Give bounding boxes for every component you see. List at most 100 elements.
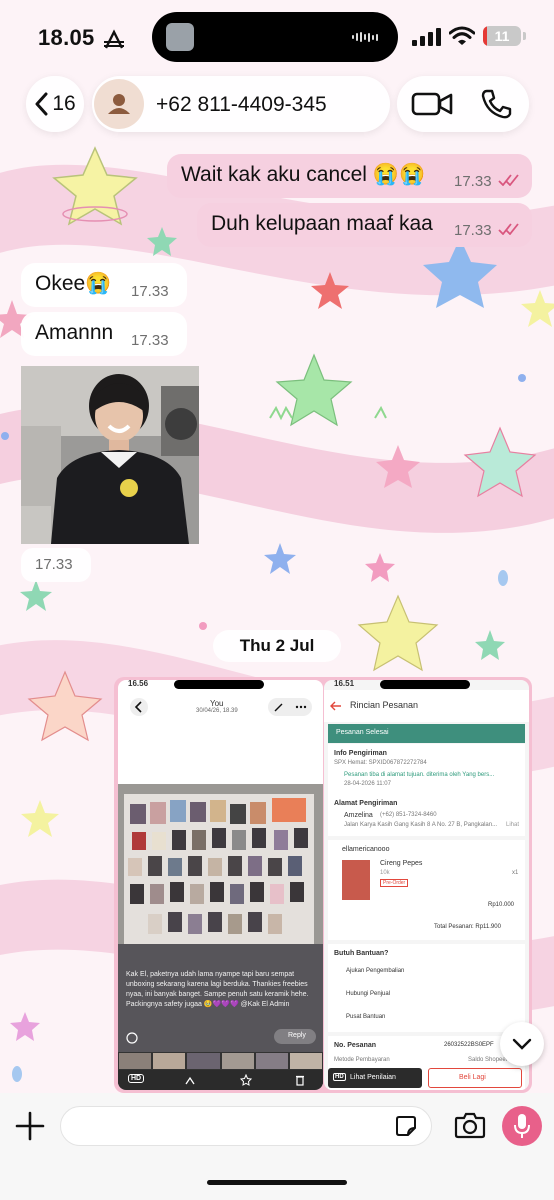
battery-icon: 11 xyxy=(483,26,521,46)
message-outgoing[interactable]: Wait kak aku cancel 😭😭 17.33 xyxy=(167,154,532,198)
shot-b-address-line: Jalan Karya Kasih Gang Kasih 8 A No. 27 … xyxy=(344,822,498,828)
message-incoming[interactable]: Okee😭 17.33 xyxy=(21,263,187,307)
audio-wave-icon xyxy=(352,32,378,42)
shot-b-product-name: Cireng Pepes xyxy=(380,860,423,867)
shot-a-trash-icon xyxy=(296,1075,304,1086)
back-button[interactable]: 16 xyxy=(26,76,84,132)
shot-a-island xyxy=(174,680,264,689)
shot-a-thumbnail-strip xyxy=(118,1052,323,1070)
shot-b-product-qty: x1 xyxy=(512,870,519,876)
date-separator: Thu 2 Jul xyxy=(213,630,341,662)
shot-b-order-no: 26032522BS0EPF xyxy=(444,1042,494,1048)
message-photo-album[interactable]: 16.56 You 30/04/26, 18.39 Kak El, paketn… xyxy=(114,677,532,1093)
shot-b-rating-button: HD Lihat Penilaian xyxy=(328,1068,422,1088)
shot-b-help-item: Pusat Bantuan xyxy=(346,1014,386,1020)
shot-b-order-total: Total Pesanan: Rp11.900 xyxy=(434,924,501,930)
message-incoming[interactable]: Amannn 17.33 xyxy=(21,312,187,356)
microphone-button[interactable] xyxy=(502,1106,542,1146)
shot-b-address-phone: (+62) 851-7324-8460 xyxy=(380,812,437,818)
read-receipt-icon xyxy=(498,223,519,235)
shot-b-product-price: Rp10.000 xyxy=(488,902,515,908)
dynamic-island[interactable] xyxy=(152,12,398,62)
shot-b-help-card: Butuh Bantuan? Ajukan Pengembalian Hubun… xyxy=(328,944,525,1032)
shot-b-back-icon xyxy=(330,701,341,711)
message-time: 17.33 xyxy=(131,332,169,349)
phone-call-icon[interactable] xyxy=(479,88,513,120)
contact-info-button[interactable]: +62 811-4409-345 xyxy=(92,76,390,132)
shot-b-header: Rincian Pesanan xyxy=(324,690,529,722)
shot-a-star-icon xyxy=(240,1074,252,1086)
message-time: 17.33 xyxy=(454,222,492,239)
shot-b-order-status: Pesanan Selesai xyxy=(336,729,389,736)
shot-b-help-label: Butuh Bantuan? xyxy=(334,950,389,957)
shot-b-shipping-courier: SPX Hemat: SPXID067872272784 xyxy=(334,760,427,766)
message-text: Wait kak aku cancel 😭😭 xyxy=(181,163,426,186)
shot-b-product-card: ellamericanooo Cireng Pepes 10k Pre-Orde… xyxy=(328,840,525,940)
alarm-icon xyxy=(104,29,124,49)
message-text: Okee😭 xyxy=(35,272,112,295)
shot-b-title: Rincian Pesanan xyxy=(350,700,419,710)
message-time: 17.33 xyxy=(131,283,169,300)
shot-b-buy-again-label: Beli Lagi xyxy=(459,1074,486,1081)
battery-level: 11 xyxy=(494,28,510,44)
message-input[interactable] xyxy=(60,1106,432,1146)
music-icon xyxy=(166,23,194,51)
shot-a-caption: Kak El, paketnya udah lama nyampe tapi b… xyxy=(126,971,309,1008)
shot-a-share-icon xyxy=(185,1076,195,1085)
shot-b-address-more: Lihat xyxy=(506,822,520,828)
photo-image xyxy=(21,366,199,544)
chevron-down-icon xyxy=(512,1038,532,1050)
shot-a-title: You xyxy=(210,699,224,708)
back-unread-count: 16 xyxy=(52,92,76,115)
album-photo-1[interactable]: 16.56 You 30/04/26, 18.39 Kak El, paketn… xyxy=(118,680,323,1090)
shot-a-subtitle: 30/04/26, 18.39 xyxy=(196,708,238,714)
shot-a-hd-badge: HD xyxy=(128,1074,145,1083)
shot-b-buy-again-button: Beli Lagi xyxy=(428,1068,522,1088)
status-bar: 18.05 11 xyxy=(0,0,554,70)
shot-b-help-item: Ajukan Pengembalian xyxy=(346,968,405,974)
message-outgoing[interactable]: Duh kelupaan maaf kaa 17.33 xyxy=(197,203,532,247)
shot-b-shipping-date: 28-04-2026 11:07 xyxy=(344,781,391,787)
avatar-icon xyxy=(94,79,144,129)
scroll-to-bottom-button[interactable] xyxy=(500,1022,544,1066)
shot-b-product-variant: 10k xyxy=(380,870,390,876)
shot-b-island xyxy=(380,680,470,689)
shot-b-shipping-status: Pesanan tiba di alamat tujuan. diterima … xyxy=(344,772,495,778)
battery-tip xyxy=(523,32,526,40)
call-actions xyxy=(397,76,529,132)
album-photo-2[interactable]: 16.51 Rincian Pesanan Pesanan Selesai In… xyxy=(324,680,529,1090)
shot-b-shipping-info-label: Info Pengiriman xyxy=(334,750,387,757)
shot-b-payment-label: Metode Pembayaran xyxy=(334,1057,390,1063)
back-chevron-icon xyxy=(35,92,48,116)
shot-a-actions-icon xyxy=(268,698,312,716)
shot-b-address-name: Amzelina xyxy=(344,812,373,819)
contact-name: +62 811-4409-345 xyxy=(156,93,327,116)
shot-b-help-item: Hubungi Penjual xyxy=(346,991,391,997)
camera-icon[interactable] xyxy=(454,1111,486,1139)
video-call-icon[interactable] xyxy=(411,90,455,118)
shot-a-toolbar: HD xyxy=(118,1070,323,1090)
shot-a-emoji-icon xyxy=(126,1032,138,1044)
read-receipt-icon xyxy=(498,174,519,186)
photo-timestamp: 17.33 xyxy=(21,548,91,582)
sticker-icon[interactable] xyxy=(395,1115,417,1137)
shot-a-reply-label: Reply xyxy=(288,1032,306,1039)
shot-b-status-banner: Pesanan Selesai xyxy=(328,724,525,743)
home-indicator[interactable] xyxy=(207,1180,347,1185)
shot-a-status-time: 16.56 xyxy=(128,680,149,688)
shot-b-product-badge: Pre-Order xyxy=(380,879,409,887)
message-photo[interactable] xyxy=(21,366,199,544)
message-time: 17.33 xyxy=(454,173,492,190)
microphone-icon xyxy=(514,1114,530,1138)
shot-b-order-no-label: No. Pesanan xyxy=(334,1042,377,1049)
shot-b-rating-label: Lihat Penilaian xyxy=(350,1074,396,1081)
shot-b-hd-badge: HD xyxy=(333,1073,346,1081)
message-time: 17.33 xyxy=(35,556,73,573)
status-time: 18.05 xyxy=(38,25,95,50)
shot-a-reply-button: Reply xyxy=(274,1029,316,1044)
message-text: Duh kelupaan maaf kaa xyxy=(211,212,433,235)
message-text: Amannn xyxy=(35,321,114,344)
shot-a-back-icon xyxy=(130,698,148,716)
plus-icon[interactable] xyxy=(14,1110,46,1142)
shot-b-shipping-card: Info Pengiriman SPX Hemat: SPXID06787227… xyxy=(328,744,525,836)
